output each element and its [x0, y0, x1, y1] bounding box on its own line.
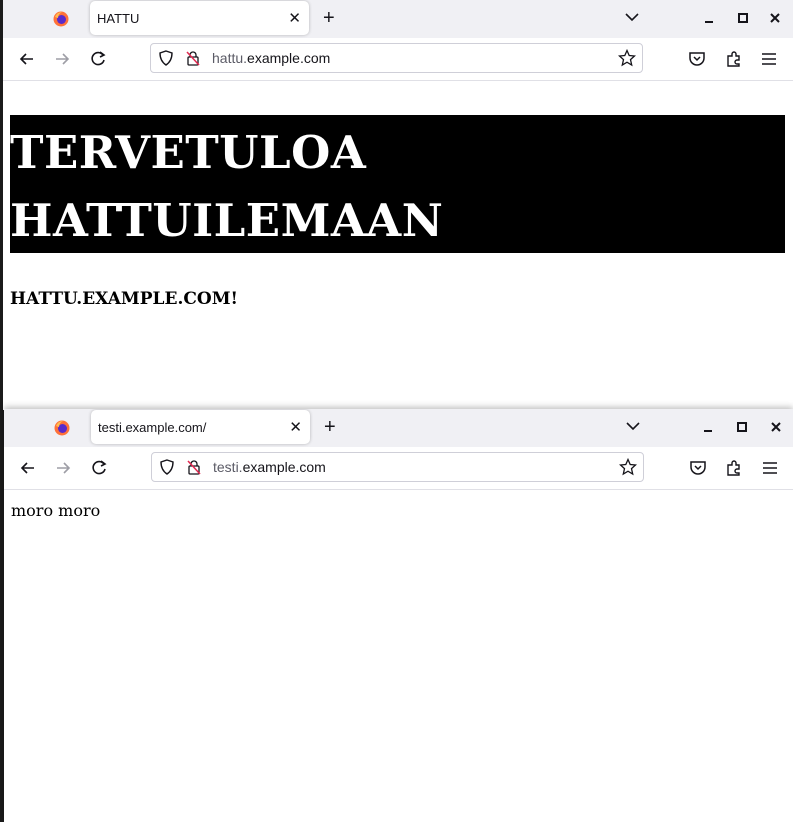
url-domain: example.com — [242, 459, 326, 475]
maximize-icon[interactable] — [734, 418, 750, 436]
shield-icon[interactable] — [159, 459, 175, 475]
minimize-icon[interactable] — [700, 418, 716, 436]
insecure-lock-icon[interactable] — [186, 459, 202, 475]
puzzle-icon[interactable] — [724, 49, 744, 69]
back-arrow-icon[interactable] — [18, 458, 38, 478]
url-subdomain: hattu. — [212, 50, 248, 66]
firefox-icon — [54, 420, 70, 436]
insecure-lock-icon[interactable] — [185, 50, 201, 66]
firefox-icon — [53, 11, 69, 27]
heading-line-2: HATTUILEMAAN — [10, 194, 444, 247]
url-text: testi.example.com — [213, 459, 326, 475]
tab-testi[interactable]: testi.example.com/ ✕ — [91, 410, 310, 444]
url-subdomain: testi. — [213, 459, 243, 475]
plus-icon[interactable]: + — [323, 7, 335, 29]
back-arrow-icon[interactable] — [17, 49, 37, 69]
tab-strip: HATTU ✕ + — [3, 0, 793, 38]
star-icon[interactable] — [618, 49, 636, 67]
tab-title: HATTU — [97, 11, 140, 26]
browser-window-testi: testi.example.com/ ✕ + testi.example.com… — [4, 409, 793, 822]
url-domain: example.com — [247, 50, 331, 66]
url-text: hattu.example.com — [212, 50, 330, 66]
chevron-down-icon[interactable] — [624, 9, 640, 25]
minimize-icon[interactable] — [701, 9, 717, 27]
tab-strip: testi.example.com/ ✕ + — [4, 409, 793, 447]
forward-arrow-icon[interactable] — [52, 49, 72, 69]
chevron-down-icon[interactable] — [625, 418, 641, 434]
shield-icon[interactable] — [158, 50, 174, 66]
browser-window-hattu: HATTU ✕ + hattu.example.com TERVETULOA H… — [3, 0, 793, 410]
window-close-icon[interactable] — [767, 9, 783, 27]
navigation-toolbar: hattu.example.com — [3, 38, 793, 81]
puzzle-icon[interactable] — [724, 458, 744, 478]
forward-arrow-icon[interactable] — [53, 458, 73, 478]
page-heading: TERVETULOA HATTUILEMAAN — [10, 119, 443, 255]
page-paragraph: moro moro — [11, 501, 101, 520]
maximize-icon[interactable] — [735, 9, 751, 27]
reload-icon[interactable] — [89, 458, 109, 478]
star-icon[interactable] — [619, 458, 637, 476]
pocket-icon[interactable] — [687, 49, 707, 69]
tab-hattu[interactable]: HATTU ✕ — [90, 1, 309, 35]
reload-icon[interactable] — [88, 49, 108, 69]
close-icon[interactable]: ✕ — [288, 9, 301, 27]
address-bar[interactable]: testi.example.com — [151, 452, 644, 482]
hamburger-menu-icon[interactable] — [759, 49, 779, 69]
tab-title: testi.example.com/ — [98, 420, 207, 435]
pocket-icon[interactable] — [688, 458, 708, 478]
navigation-toolbar: testi.example.com — [4, 447, 793, 490]
plus-icon[interactable]: + — [324, 416, 336, 438]
address-bar[interactable]: hattu.example.com — [150, 43, 643, 73]
window-close-icon[interactable] — [768, 418, 784, 436]
close-icon[interactable]: ✕ — [289, 418, 302, 436]
heading-banner: TERVETULOA HATTUILEMAAN — [10, 115, 785, 253]
page-subheading: HATTU.EXAMPLE.COM! — [10, 289, 238, 309]
heading-line-1: TERVETULOA — [10, 126, 367, 179]
hamburger-menu-icon[interactable] — [760, 458, 780, 478]
